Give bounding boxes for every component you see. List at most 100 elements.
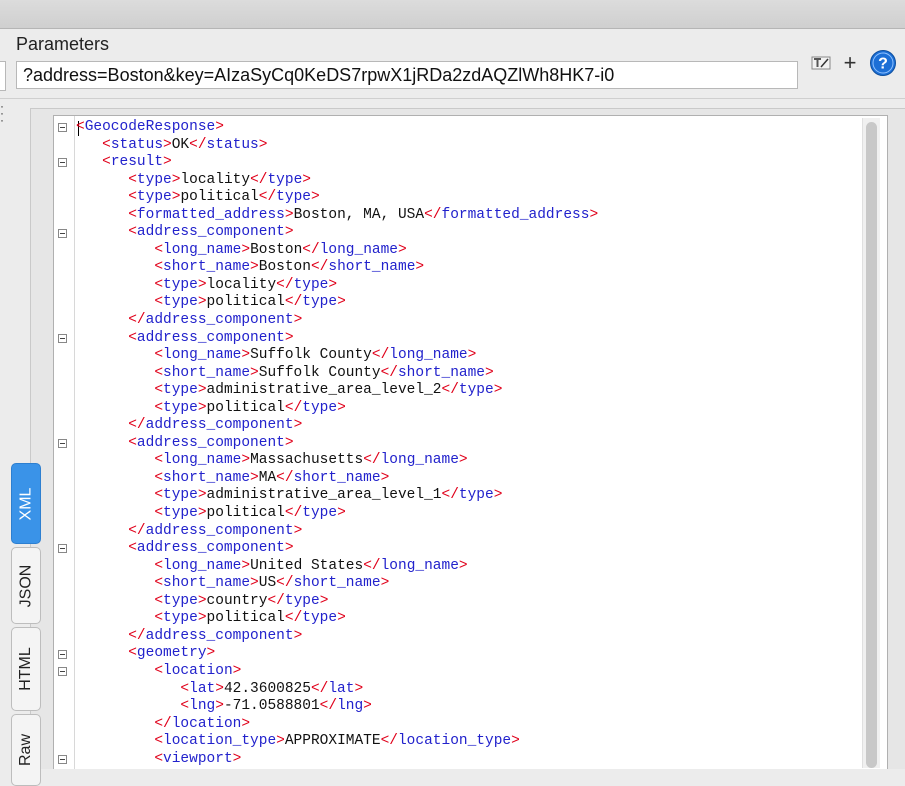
xml-editor[interactable]: <GeocodeResponse> <status>OK</status> <r… (53, 115, 888, 769)
parameters-input[interactable] (16, 61, 798, 89)
xml-tag-name: address_component (136, 540, 285, 557)
xml-text-value: Suffolk County (250, 347, 372, 364)
xml-bracket: < (102, 154, 111, 171)
xml-bracket: < (154, 592, 164, 609)
xml-bracket: > (232, 662, 242, 679)
xml-bracket: </ (276, 575, 294, 592)
fold-toggle-icon[interactable] (58, 228, 67, 238)
xml-bracket: </ (363, 452, 381, 469)
add-icon[interactable]: + (840, 50, 860, 76)
xml-bracket: > (328, 276, 338, 293)
xml-bracket: < (154, 241, 164, 258)
xml-text-value: Boston, MA, USA (293, 206, 425, 223)
xml-tag-name: formatted_address (136, 206, 285, 223)
xml-line: <type>political</type> (76, 294, 598, 312)
xml-bracket: > (415, 259, 425, 276)
xml-line: <long_name>Suffolk County</long_name> (76, 347, 598, 365)
tab-label: HTML (17, 647, 34, 691)
xml-tag-name: long_name (319, 241, 399, 258)
splitter-handle-icon[interactable]: · · · (0, 100, 4, 126)
xml-text-value: APPROXIMATE (284, 733, 381, 750)
fold-toggle-icon[interactable] (58, 544, 67, 554)
xml-tag-name: type (163, 610, 198, 627)
xml-tag-name: location (171, 715, 242, 732)
xml-tag-name: result (110, 154, 164, 171)
fold-toggle-icon[interactable] (58, 333, 67, 343)
xml-line: <type>locality</type> (76, 172, 598, 190)
xml-bracket: </ (424, 206, 442, 223)
xml-bracket: > (250, 469, 259, 486)
xml-bracket: < (154, 364, 164, 381)
tab-html[interactable]: HTML (11, 627, 41, 711)
xml-bracket: > (197, 382, 207, 399)
xml-bracket: > (310, 189, 320, 206)
xml-tag-name: short_name (328, 259, 416, 276)
xml-tag-name: lng (337, 698, 364, 715)
fold-toggle-icon[interactable] (58, 667, 67, 677)
xml-tag-name: type (163, 276, 198, 293)
xml-bracket: < (154, 662, 164, 679)
xml-tag-name: type (293, 276, 329, 293)
tab-xml[interactable]: XML (11, 463, 41, 544)
xml-line: <result> (76, 154, 598, 172)
scrollbar-thumb[interactable] (866, 122, 877, 768)
xml-line: <long_name>Massachusetts</long_name> (76, 452, 598, 470)
xml-bracket: > (458, 557, 468, 574)
xml-text-value: locality (180, 171, 251, 188)
fold-toggle-icon[interactable] (58, 649, 67, 659)
xml-line: </address_component> (76, 628, 598, 646)
xml-code[interactable]: <GeocodeResponse> <status>OK</status> <r… (76, 119, 598, 768)
xml-bracket: </ (441, 382, 459, 399)
xml-line: <location> (76, 663, 598, 681)
xml-bracket: > (398, 241, 407, 258)
xml-bracket: > (276, 733, 285, 750)
xml-bracket: > (284, 224, 294, 241)
tab-raw[interactable]: Raw (11, 714, 41, 786)
xml-text-value: political (206, 505, 285, 522)
fold-toggle-icon[interactable] (58, 439, 67, 449)
xml-tag-name: type (284, 592, 320, 609)
xml-bracket: > (163, 154, 172, 171)
tab-label: JSON (17, 564, 35, 607)
xml-bracket: < (180, 680, 190, 697)
xml-bracket: </ (128, 312, 146, 329)
xml-bracket: </ (250, 171, 268, 188)
xml-tag-name: type (267, 171, 303, 188)
xml-tag-name: long_name (163, 241, 242, 258)
xml-line: <short_name>MA</short_name> (76, 470, 598, 488)
xml-bracket: > (467, 347, 477, 364)
xml-bracket: </ (319, 698, 338, 715)
xml-line: <viewport> (76, 751, 598, 769)
xml-line: </address_component> (76, 417, 598, 435)
xml-text-value: political (180, 189, 259, 206)
xml-bracket: > (232, 750, 242, 767)
xml-bracket: > (293, 627, 303, 644)
fold-toggle-icon[interactable] (58, 158, 67, 168)
format-icon[interactable] (810, 50, 832, 76)
xml-line: <type>administrative_area_level_2</type> (76, 382, 598, 400)
xml-line: <type>political</type> (76, 610, 598, 628)
tab-label: Raw (17, 733, 35, 767)
xml-tag-name: type (163, 382, 198, 399)
xml-line: <status>OK</status> (76, 137, 598, 155)
xml-tag-name: address_component (136, 434, 285, 451)
xml-bracket: </ (128, 627, 146, 644)
xml-text-value: country (206, 592, 268, 609)
xml-bracket: > (197, 294, 207, 311)
xml-text-value: Suffolk County (258, 364, 381, 381)
xml-bracket: > (511, 733, 520, 750)
xml-bracket: > (284, 434, 294, 451)
xml-bracket: > (250, 259, 259, 276)
tab-label: XML (17, 487, 34, 520)
xml-bracket: < (128, 171, 137, 188)
xml-bracket: < (180, 698, 190, 715)
xml-tag-name: short_name (163, 364, 251, 381)
tab-json[interactable]: JSON (11, 547, 41, 624)
vertical-scrollbar[interactable] (862, 118, 880, 768)
xml-line: <geometry> (76, 645, 598, 663)
xml-bracket: > (197, 487, 207, 504)
fold-toggle-icon[interactable] (58, 755, 67, 765)
fold-toggle-icon[interactable] (58, 123, 67, 133)
help-icon[interactable]: ? (869, 50, 897, 76)
xml-bracket: </ (363, 557, 381, 574)
